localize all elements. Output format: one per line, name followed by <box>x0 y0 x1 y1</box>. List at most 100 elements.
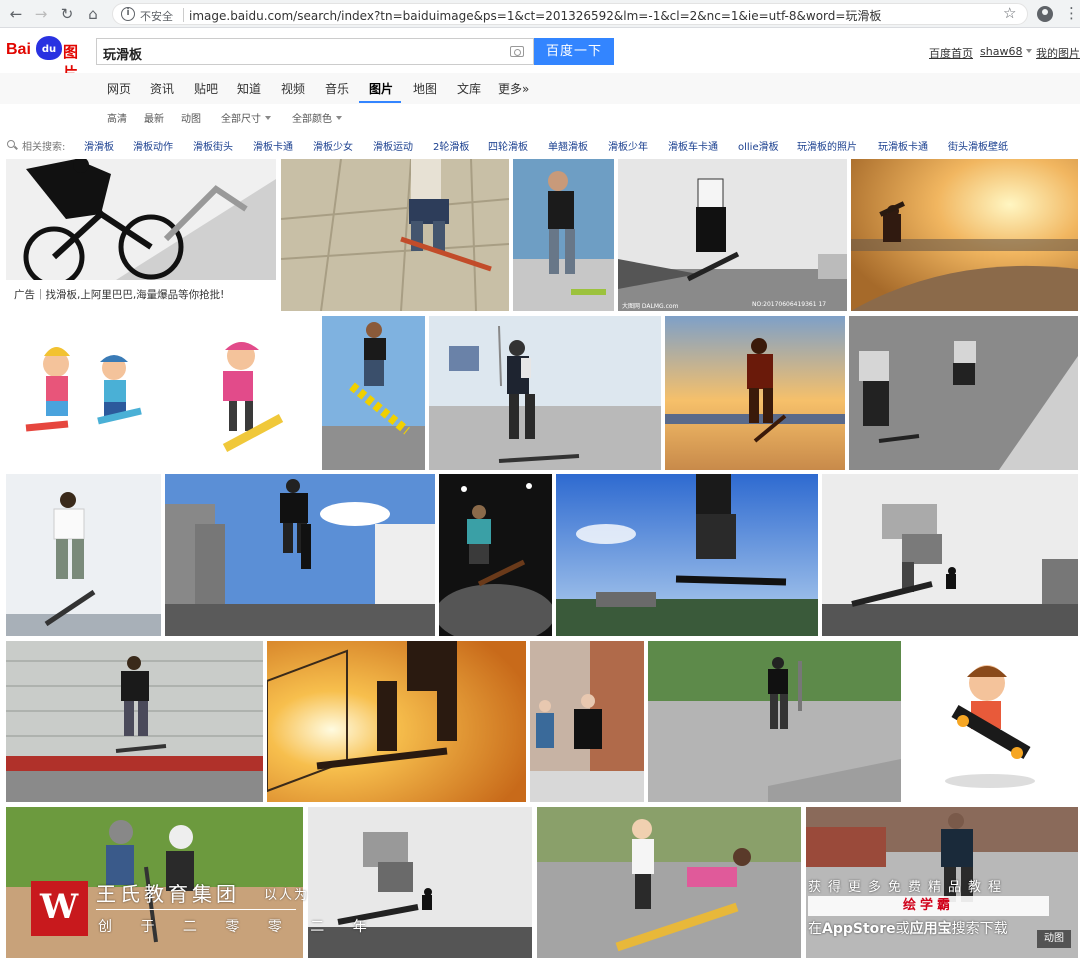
related-link[interactable]: 滑滑板 <box>84 138 114 153</box>
related-link[interactable]: 滑板车卡通 <box>668 138 718 153</box>
tab-images[interactable]: 图片 <box>369 80 393 97</box>
image-number: NO:20170606419361 17 <box>752 301 827 308</box>
related-link[interactable]: 街头滑板壁纸 <box>948 138 1008 153</box>
search-icon <box>7 140 15 148</box>
watermark-divider <box>96 909 296 910</box>
forward-icon[interactable]: → <box>31 4 51 24</box>
related-link[interactable]: 滑板运动 <box>373 138 413 153</box>
related-link[interactable]: 2轮滑板 <box>433 138 469 153</box>
info-icon[interactable]: i <box>121 7 135 21</box>
tab-map[interactable]: 地图 <box>413 80 437 97</box>
promo-store: 应用宝 <box>909 921 952 937</box>
url-text[interactable]: image.baidu.com/search/index?tn=baiduima… <box>189 7 881 24</box>
baidu-home-link[interactable]: 百度首页 <box>929 45 973 61</box>
skater-white-shirt-image <box>6 474 161 636</box>
wang-education-logo: W <box>31 881 88 936</box>
tab-music[interactable]: 音乐 <box>325 80 349 97</box>
related-link[interactable]: 滑板动作 <box>133 138 173 153</box>
chevron-down-icon <box>1026 49 1033 53</box>
username: shaw68 <box>980 45 1023 58</box>
filter-latest[interactable]: 最新 <box>144 110 164 125</box>
image-tile[interactable] <box>322 316 425 470</box>
tab-wenku[interactable]: 文库 <box>457 80 481 97</box>
filter-gif[interactable]: 动图 <box>181 110 201 125</box>
related-link[interactable]: 滑板少年 <box>608 138 648 153</box>
bw-skater-image <box>618 159 847 311</box>
image-tile[interactable]: 大图网 DALMG.com NO:20170606419361 17 <box>618 159 847 311</box>
back-icon[interactable]: ← <box>6 4 26 24</box>
image-tile[interactable] <box>822 474 1078 636</box>
promo-line-3: 在AppStore或应用宝搜索下载 <box>808 918 1008 938</box>
promo-app-name: 绘学霸 <box>808 896 1049 916</box>
image-tile[interactable] <box>851 159 1078 311</box>
filter-hd[interactable]: 高清 <box>107 110 127 125</box>
chevron-down-icon <box>336 116 342 120</box>
user-menu[interactable]: shaw68 <box>980 45 1033 58</box>
image-tile[interactable] <box>429 316 661 470</box>
related-link[interactable]: 玩滑板卡通 <box>878 138 928 153</box>
chevron-down-icon <box>265 116 271 120</box>
image-tile[interactable] <box>513 159 614 311</box>
image-watermark: 大图网 DALMG.com <box>622 303 679 310</box>
image-tile[interactable] <box>905 641 1078 802</box>
ad-image-tile[interactable] <box>6 159 276 280</box>
skater-on-tiles-image <box>281 159 509 311</box>
related-link[interactable]: 单翘滑板 <box>548 138 588 153</box>
profile-icon[interactable] <box>1037 6 1053 22</box>
tab-web[interactable]: 网页 <box>107 80 131 97</box>
tab-more[interactable]: 更多» <box>498 80 529 97</box>
tab-zhidao[interactable]: 知道 <box>237 80 261 97</box>
browser-toolbar: ← → ↻ ⌂ i 不安全 image.baidu.com/search/ind… <box>0 0 1080 28</box>
related-link[interactable]: ollie滑板 <box>738 138 779 153</box>
baidu-images-logo[interactable]: Bai du 图片 <box>6 36 90 82</box>
bookmark-star-icon[interactable]: ☆ <box>1003 4 1016 22</box>
home-icon[interactable]: ⌂ <box>83 4 103 24</box>
image-tile[interactable] <box>530 641 644 802</box>
image-tile[interactable] <box>439 474 552 636</box>
image-tile[interactable] <box>665 316 845 470</box>
menu-kebab-icon[interactable]: ⋮ <box>1064 4 1079 22</box>
related-link[interactable]: 玩滑板的照片 <box>797 138 857 153</box>
image-tile[interactable] <box>163 316 318 470</box>
image-tile[interactable] <box>6 474 161 636</box>
my-images-link[interactable]: 我的图片 <box>1036 45 1080 61</box>
related-link[interactable]: 滑板街头 <box>193 138 233 153</box>
skater-rail-image <box>322 316 425 470</box>
camera-icon[interactable] <box>510 46 524 57</box>
filter-color-label: 全部颜色 <box>292 114 332 125</box>
filter-size[interactable]: 全部尺寸 <box>221 110 271 125</box>
gif-badge: 动图 <box>1037 930 1071 948</box>
image-tile[interactable] <box>267 641 526 802</box>
image-tile[interactable] <box>6 641 263 802</box>
watermark-slogan: 以人为 <box>264 888 310 903</box>
image-tile[interactable] <box>849 316 1078 470</box>
tab-tieba[interactable]: 贴吧 <box>194 80 218 97</box>
skater-wall-image <box>6 641 263 802</box>
image-tile[interactable] <box>165 474 435 636</box>
related-link[interactable]: 四轮滑板 <box>488 138 528 153</box>
cartoon-boy-skate-image <box>945 665 1035 788</box>
search-input[interactable]: 玩滑板 <box>96 38 534 65</box>
promo-line-1: 获得更多免费精品教程 <box>808 880 1009 895</box>
related-link[interactable]: 滑板少女 <box>313 138 353 153</box>
sunset-skatepark-image <box>851 159 1078 311</box>
image-tile[interactable] <box>648 641 901 802</box>
image-tile[interactable] <box>537 807 801 958</box>
related-link[interactable]: 滑板卡通 <box>253 138 293 153</box>
plaza-skater-image <box>648 641 901 802</box>
image-tile[interactable] <box>6 316 160 470</box>
tab-news[interactable]: 资讯 <box>150 80 174 97</box>
tab-video[interactable]: 视频 <box>281 80 305 97</box>
ad-caption[interactable]: 广告｜找滑板,上阿里巴巴,海量爆品等你抢批! <box>6 280 276 310</box>
image-tile[interactable] <box>556 474 818 636</box>
search-button[interactable]: 百度一下 <box>534 38 614 65</box>
active-tab-indicator <box>359 101 401 103</box>
filter-size-label: 全部尺寸 <box>221 114 261 125</box>
street-skaters-image <box>530 641 644 802</box>
filter-color[interactable]: 全部颜色 <box>292 110 342 125</box>
search-query: 玩滑板 <box>103 48 143 63</box>
promo-text: 或 <box>895 921 910 937</box>
image-tile[interactable] <box>281 159 509 311</box>
reload-icon[interactable]: ↻ <box>57 4 77 24</box>
address-bar[interactable]: i 不安全 image.baidu.com/search/index?tn=ba… <box>112 3 1028 25</box>
